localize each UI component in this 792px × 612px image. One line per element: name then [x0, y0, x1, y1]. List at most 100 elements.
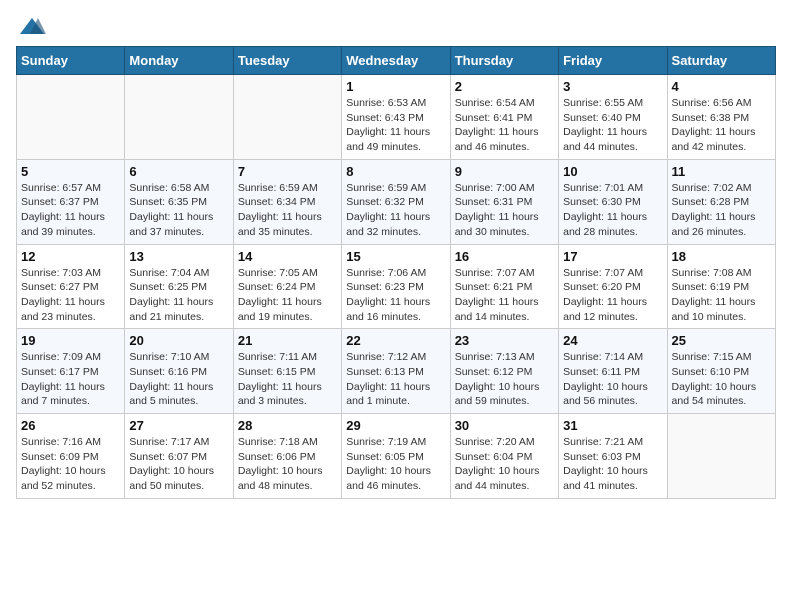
calendar-day-29: 29 Sunrise: 7:19 AM Sunset: 6:05 PM Dayli…	[342, 414, 450, 499]
day-number: 26	[21, 418, 120, 433]
day-info: Sunrise: 6:59 AM Sunset: 6:32 PM Dayligh…	[346, 181, 445, 240]
day-info: Sunrise: 6:57 AM Sunset: 6:37 PM Dayligh…	[21, 181, 120, 240]
weekday-header-saturday: Saturday	[667, 47, 775, 75]
calendar-day-27: 27Sunrise: 7:17 AM Sunset: 6:07 PM Dayli…	[125, 414, 233, 499]
day-info: Sunrise: 6:56 AM Sunset: 6:38 PM Dayligh…	[672, 96, 771, 155]
calendar-day-6: 6 Sunrise: 6:58 AM Sunset: 6:35 PM Daylig…	[125, 159, 233, 244]
day-number: 22	[346, 333, 445, 348]
day-info: Sunrise: 7:21 AM Sunset: 6:03 PM Dayligh…	[563, 435, 662, 494]
weekday-header-friday: Friday	[559, 47, 667, 75]
day-number: 18	[672, 249, 771, 264]
day-info: Sunrise: 7:18 AM Sunset: 6:06 PM Dayligh…	[238, 435, 337, 494]
calendar-day-8: 8Sunrise: 6:59 AM Sunset: 6:32 PM Daylig…	[342, 159, 450, 244]
day-info: Sunrise: 7:01 AM Sunset: 6:30 PM Dayligh…	[563, 181, 662, 240]
day-number: 7	[238, 164, 337, 179]
calendar-day-19: 19 Sunrise: 7:09 AM Sunset: 6:17 PM Dayli…	[17, 329, 125, 414]
day-info: Sunrise: 7:02 AM Sunset: 6:28 PM Dayligh…	[672, 181, 771, 240]
day-info: Sunrise: 7:16 AM Sunset: 6:09 PM Dayligh…	[21, 435, 120, 494]
calendar-day-11: 11Sunrise: 7:02 AM Sunset: 6:28 PM Dayli…	[667, 159, 775, 244]
day-info: Sunrise: 7:08 AM Sunset: 6:19 PM Dayligh…	[672, 266, 771, 325]
day-info: Sunrise: 6:55 AM Sunset: 6:40 PM Dayligh…	[563, 96, 662, 155]
day-number: 17	[563, 249, 662, 264]
calendar-day-14: 14 Sunrise: 7:05 AM Sunset: 6:24 PM Dayli…	[233, 244, 341, 329]
logo	[16, 16, 48, 34]
day-number: 13	[129, 249, 228, 264]
calendar-day-4: 4 Sunrise: 6:56 AM Sunset: 6:38 PM Daylig…	[667, 75, 775, 160]
calendar-day-18: 18 Sunrise: 7:08 AM Sunset: 6:19 PM Dayli…	[667, 244, 775, 329]
day-number: 14	[238, 249, 337, 264]
day-info: Sunrise: 7:13 AM Sunset: 6:12 PM Dayligh…	[455, 350, 554, 409]
calendar-day-31: 31 Sunrise: 7:21 AM Sunset: 6:03 PM Dayli…	[559, 414, 667, 499]
day-number: 12	[21, 249, 120, 264]
calendar-empty-cell	[17, 75, 125, 160]
weekday-header-sunday: Sunday	[17, 47, 125, 75]
calendar-day-26: 26 Sunrise: 7:16 AM Sunset: 6:09 PM Dayli…	[17, 414, 125, 499]
calendar-day-30: 30 Sunrise: 7:20 AM Sunset: 6:04 PM Dayli…	[450, 414, 558, 499]
calendar-week-row: 12 Sunrise: 7:03 AM Sunset: 6:27 PM Dayli…	[17, 244, 776, 329]
day-info: Sunrise: 7:15 AM Sunset: 6:10 PM Dayligh…	[672, 350, 771, 409]
day-number: 27	[129, 418, 228, 433]
day-number: 21	[238, 333, 337, 348]
calendar-week-row: 5 Sunrise: 6:57 AM Sunset: 6:37 PM Daylig…	[17, 159, 776, 244]
calendar-day-3: 3Sunrise: 6:55 AM Sunset: 6:40 PM Daylig…	[559, 75, 667, 160]
calendar-week-row: 19 Sunrise: 7:09 AM Sunset: 6:17 PM Dayli…	[17, 329, 776, 414]
day-info: Sunrise: 7:07 AM Sunset: 6:21 PM Dayligh…	[455, 266, 554, 325]
day-info: Sunrise: 7:09 AM Sunset: 6:17 PM Dayligh…	[21, 350, 120, 409]
day-number: 16	[455, 249, 554, 264]
calendar-day-13: 13 Sunrise: 7:04 AM Sunset: 6:25 PM Dayli…	[125, 244, 233, 329]
calendar-day-15: 15Sunrise: 7:06 AM Sunset: 6:23 PM Dayli…	[342, 244, 450, 329]
day-number: 25	[672, 333, 771, 348]
calendar-day-25: 25 Sunrise: 7:15 AM Sunset: 6:10 PM Dayli…	[667, 329, 775, 414]
day-info: Sunrise: 7:04 AM Sunset: 6:25 PM Dayligh…	[129, 266, 228, 325]
calendar-day-20: 20 Sunrise: 7:10 AM Sunset: 6:16 PM Dayli…	[125, 329, 233, 414]
day-info: Sunrise: 7:20 AM Sunset: 6:04 PM Dayligh…	[455, 435, 554, 494]
day-info: Sunrise: 6:58 AM Sunset: 6:35 PM Dayligh…	[129, 181, 228, 240]
day-number: 19	[21, 333, 120, 348]
page-header	[16, 16, 776, 34]
day-info: Sunrise: 6:53 AM Sunset: 6:43 PM Dayligh…	[346, 96, 445, 155]
calendar-day-23: 23 Sunrise: 7:13 AM Sunset: 6:12 PM Dayli…	[450, 329, 558, 414]
day-number: 4	[672, 79, 771, 94]
day-number: 31	[563, 418, 662, 433]
calendar-day-9: 9 Sunrise: 7:00 AM Sunset: 6:31 PM Daylig…	[450, 159, 558, 244]
day-info: Sunrise: 7:03 AM Sunset: 6:27 PM Dayligh…	[21, 266, 120, 325]
calendar-day-21: 21 Sunrise: 7:11 AM Sunset: 6:15 PM Dayli…	[233, 329, 341, 414]
calendar-header-row: SundayMondayTuesdayWednesdayThursdayFrid…	[17, 47, 776, 75]
calendar-day-28: 28 Sunrise: 7:18 AM Sunset: 6:06 PM Dayli…	[233, 414, 341, 499]
weekday-header-monday: Monday	[125, 47, 233, 75]
day-number: 2	[455, 79, 554, 94]
day-number: 5	[21, 164, 120, 179]
day-info: Sunrise: 6:59 AM Sunset: 6:34 PM Dayligh…	[238, 181, 337, 240]
calendar: SundayMondayTuesdayWednesdayThursdayFrid…	[16, 46, 776, 499]
day-number: 23	[455, 333, 554, 348]
day-number: 29	[346, 418, 445, 433]
calendar-day-7: 7 Sunrise: 6:59 AM Sunset: 6:34 PM Daylig…	[233, 159, 341, 244]
calendar-day-24: 24Sunrise: 7:14 AM Sunset: 6:11 PM Dayli…	[559, 329, 667, 414]
day-number: 6	[129, 164, 228, 179]
day-info: Sunrise: 7:19 AM Sunset: 6:05 PM Dayligh…	[346, 435, 445, 494]
day-number: 9	[455, 164, 554, 179]
calendar-day-16: 16 Sunrise: 7:07 AM Sunset: 6:21 PM Dayli…	[450, 244, 558, 329]
day-number: 28	[238, 418, 337, 433]
day-number: 30	[455, 418, 554, 433]
day-info: Sunrise: 7:06 AM Sunset: 6:23 PM Dayligh…	[346, 266, 445, 325]
calendar-empty-cell	[667, 414, 775, 499]
logo-icon	[18, 16, 46, 38]
calendar-day-2: 2 Sunrise: 6:54 AM Sunset: 6:41 PM Daylig…	[450, 75, 558, 160]
calendar-week-row: 1Sunrise: 6:53 AM Sunset: 6:43 PM Daylig…	[17, 75, 776, 160]
calendar-day-1: 1Sunrise: 6:53 AM Sunset: 6:43 PM Daylig…	[342, 75, 450, 160]
weekday-header-wednesday: Wednesday	[342, 47, 450, 75]
day-info: Sunrise: 7:11 AM Sunset: 6:15 PM Dayligh…	[238, 350, 337, 409]
calendar-day-22: 22 Sunrise: 7:12 AM Sunset: 6:13 PM Dayli…	[342, 329, 450, 414]
day-info: Sunrise: 7:10 AM Sunset: 6:16 PM Dayligh…	[129, 350, 228, 409]
day-number: 20	[129, 333, 228, 348]
day-info: Sunrise: 7:12 AM Sunset: 6:13 PM Dayligh…	[346, 350, 445, 409]
calendar-day-17: 17Sunrise: 7:07 AM Sunset: 6:20 PM Dayli…	[559, 244, 667, 329]
day-info: Sunrise: 6:54 AM Sunset: 6:41 PM Dayligh…	[455, 96, 554, 155]
calendar-day-10: 10Sunrise: 7:01 AM Sunset: 6:30 PM Dayli…	[559, 159, 667, 244]
calendar-day-12: 12 Sunrise: 7:03 AM Sunset: 6:27 PM Dayli…	[17, 244, 125, 329]
day-info: Sunrise: 7:14 AM Sunset: 6:11 PM Dayligh…	[563, 350, 662, 409]
calendar-day-5: 5 Sunrise: 6:57 AM Sunset: 6:37 PM Daylig…	[17, 159, 125, 244]
day-info: Sunrise: 7:00 AM Sunset: 6:31 PM Dayligh…	[455, 181, 554, 240]
day-info: Sunrise: 7:05 AM Sunset: 6:24 PM Dayligh…	[238, 266, 337, 325]
